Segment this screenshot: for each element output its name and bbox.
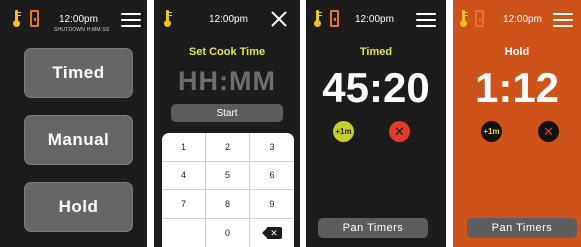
start-button[interactable]: Start <box>171 104 283 122</box>
timed-title: Timed <box>359 46 393 58</box>
pan-timers-button[interactable]: Pan Timers <box>467 218 577 238</box>
hamburger-menu-icon[interactable] <box>416 13 436 28</box>
hamburger-menu-icon[interactable] <box>553 13 573 28</box>
door-icon <box>475 10 484 27</box>
thermometer-icon <box>13 10 21 27</box>
key-9[interactable]: 9 <box>250 190 294 219</box>
set-cook-time-screen: 12:00pm Set Cook Time HH:MM Start 1 2 3 … <box>154 0 300 247</box>
timed-button[interactable]: Timed <box>24 48 133 98</box>
backspace-icon: ✕ <box>262 226 282 239</box>
countdown-display: 45:20 <box>322 64 430 111</box>
key-7[interactable]: 7 <box>162 190 206 219</box>
backspace-key[interactable]: ✕ <box>250 219 294 247</box>
manual-button[interactable]: Manual <box>24 115 133 165</box>
clock-time: 12:00pm <box>59 14 98 25</box>
thermometer-icon <box>460 10 468 27</box>
key-2[interactable]: 2 <box>206 133 250 162</box>
add-minute-button[interactable]: +1m <box>481 121 502 142</box>
hamburger-menu-icon[interactable] <box>121 13 141 28</box>
set-cook-time-title: Set Cook Time <box>188 46 266 58</box>
add-minute-button[interactable]: +1m <box>333 121 354 142</box>
countdown-display: 1:12 <box>474 64 560 111</box>
key-1[interactable]: 1 <box>162 133 206 162</box>
cancel-button[interactable]: ✕ <box>389 121 410 142</box>
clock-time: 12:00pm <box>355 14 394 25</box>
thermometer-icon <box>164 10 172 27</box>
key-0[interactable]: 0 <box>206 218 250 247</box>
status-bar: 12:00pm <box>154 0 300 38</box>
door-icon <box>330 10 339 27</box>
clock-time: 12:00pm <box>209 14 248 25</box>
key-5[interactable]: 5 <box>206 161 250 190</box>
clock-time: 12:00pm <box>503 14 542 25</box>
hold-title: Hold <box>504 46 530 58</box>
shutdown-countdown: SHUTDOWN H:MM:SS <box>54 27 110 33</box>
time-entry-display: HH:MM <box>178 66 276 96</box>
thermometer-icon <box>314 10 322 27</box>
pan-timers-button[interactable]: Pan Timers <box>318 218 428 238</box>
cancel-button[interactable]: ✕ <box>538 121 559 142</box>
key-8[interactable]: 8 <box>206 190 250 219</box>
menu-screen: 12:00pm SHUTDOWN H:MM:SS Timed Manual Ho… <box>0 0 147 247</box>
numeric-keypad: 1 2 3 4 5 6 7 8 9 0 ✕ <box>162 133 294 247</box>
close-icon[interactable] <box>270 10 288 28</box>
key-4[interactable]: 4 <box>162 161 206 190</box>
status-bar: 12:00pm <box>306 0 446 38</box>
timed-screen: 12:00pm Timed 45:20 +1m ✕ Pan Timers <box>306 0 446 247</box>
door-icon <box>30 10 39 27</box>
status-bar: 12:00pm <box>453 0 581 38</box>
key-3[interactable]: 3 <box>250 133 294 162</box>
hold-button[interactable]: Hold <box>24 182 133 232</box>
hold-screen: 12:00pm Hold 1:12 +1m ✕ Pan Timers <box>453 0 581 247</box>
key-6[interactable]: 6 <box>250 162 294 190</box>
key-blank <box>162 218 206 247</box>
status-bar: 12:00pm SHUTDOWN H:MM:SS <box>0 0 147 38</box>
